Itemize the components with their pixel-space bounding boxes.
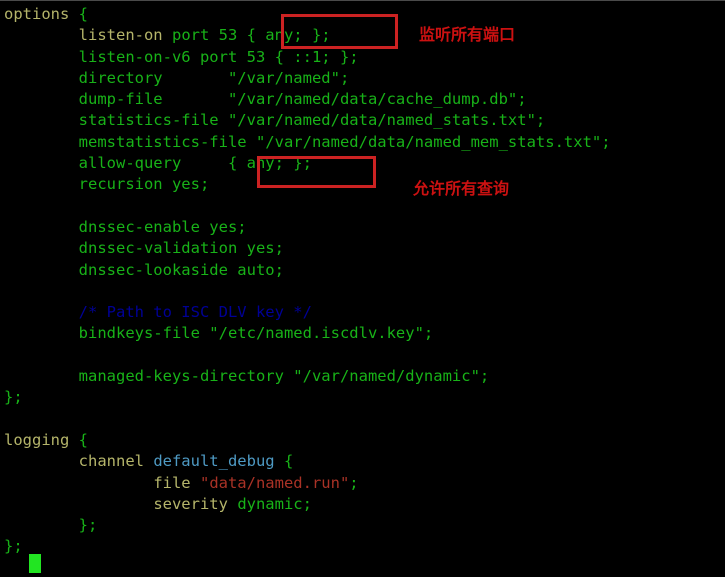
code-line: }; — [4, 387, 725, 408]
code-token: dnssec-validation yes; — [78, 239, 284, 258]
code-line: /* Path to ISC DLV key */ — [4, 302, 725, 323]
code-token: directory "/var/named"; — [78, 68, 350, 87]
annotation-listen-all-ports: 监听所有端口 — [419, 25, 516, 44]
code-token: logging — [4, 430, 70, 449]
code-token: { — [69, 5, 88, 23]
code-token: default_debug — [153, 452, 275, 471]
code-line: file "data/named.run"; — [4, 473, 725, 494]
code-token: file — [153, 473, 200, 492]
code-line: }; — [4, 515, 725, 536]
code-token: dnssec-lookaside auto; — [78, 260, 284, 279]
code-token: recursion yes; — [78, 175, 210, 194]
code-token: managed-keys-directory "/var/named/dynam… — [78, 367, 490, 386]
code-token: allow-query { any; }; — [78, 154, 312, 173]
code-line: listen-on-v6 port 53 { ::1; }; — [4, 47, 725, 68]
code-token: channel — [78, 452, 154, 471]
code-line: statistics-file "/var/named/data/named_s… — [4, 110, 725, 131]
annotation-allow-all-queries: 允许所有查询 — [413, 179, 510, 198]
code-line: severity dynamic; — [4, 494, 725, 515]
code-token: options — [4, 5, 70, 23]
code-line: listen-on port 53 { any; }; — [4, 25, 725, 46]
code-token: }; — [4, 388, 23, 407]
code-token: statistics-file "/var/named/data/named_s… — [78, 111, 546, 130]
code-line: dnssec-lookaside auto; — [4, 260, 725, 281]
code-line: dnssec-enable yes; — [4, 217, 725, 238]
code-line: recursion yes; — [4, 174, 725, 195]
code-line: allow-query { any; }; — [4, 153, 725, 174]
code-line: dump-file "/var/named/data/cache_dump.db… — [4, 89, 725, 110]
code-token: memstatistics-file "/var/named/data/name… — [78, 132, 611, 151]
code-token: "data/named.run" — [199, 473, 350, 492]
code-line: bindkeys-file "/etc/named.iscdlv.key"; — [4, 323, 725, 344]
code-token: severity — [153, 494, 238, 513]
code-token: { — [69, 430, 88, 449]
code-token: port 53 { any; }; — [162, 26, 331, 45]
code-line: directory "/var/named"; — [4, 68, 725, 89]
code-line: options { — [4, 4, 725, 25]
code-token: dump-file "/var/named/data/cache_dump.db… — [78, 90, 527, 109]
code-line: dnssec-validation yes; — [4, 238, 725, 259]
code-line: managed-keys-directory "/var/named/dynam… — [4, 366, 725, 387]
code-token: bindkeys-file "/etc/named.iscdlv.key"; — [78, 324, 434, 343]
code-token: dynamic; — [237, 494, 312, 513]
code-token: dnssec-enable yes; — [78, 217, 247, 236]
code-line: channel default_debug { — [4, 451, 725, 472]
terminal-window[interactable]: options { listen-on port 53 { any; }; li… — [0, 0, 725, 577]
terminal-cursor — [29, 554, 41, 573]
code-token: ; — [349, 473, 359, 492]
config-file-content[interactable]: options { listen-on port 53 { any; }; li… — [0, 1, 725, 558]
code-line: }; — [4, 536, 725, 557]
code-token: }; — [4, 537, 23, 556]
code-token: listen-on — [78, 26, 163, 45]
code-token: listen-on-v6 port 53 { ::1; }; — [78, 47, 359, 66]
code-token: { — [274, 452, 294, 471]
code-token: /* Path to ISC DLV key */ — [78, 303, 312, 322]
code-line: memstatistics-file "/var/named/data/name… — [4, 132, 725, 153]
code-token: }; — [78, 516, 98, 535]
code-line: logging { — [4, 430, 725, 451]
